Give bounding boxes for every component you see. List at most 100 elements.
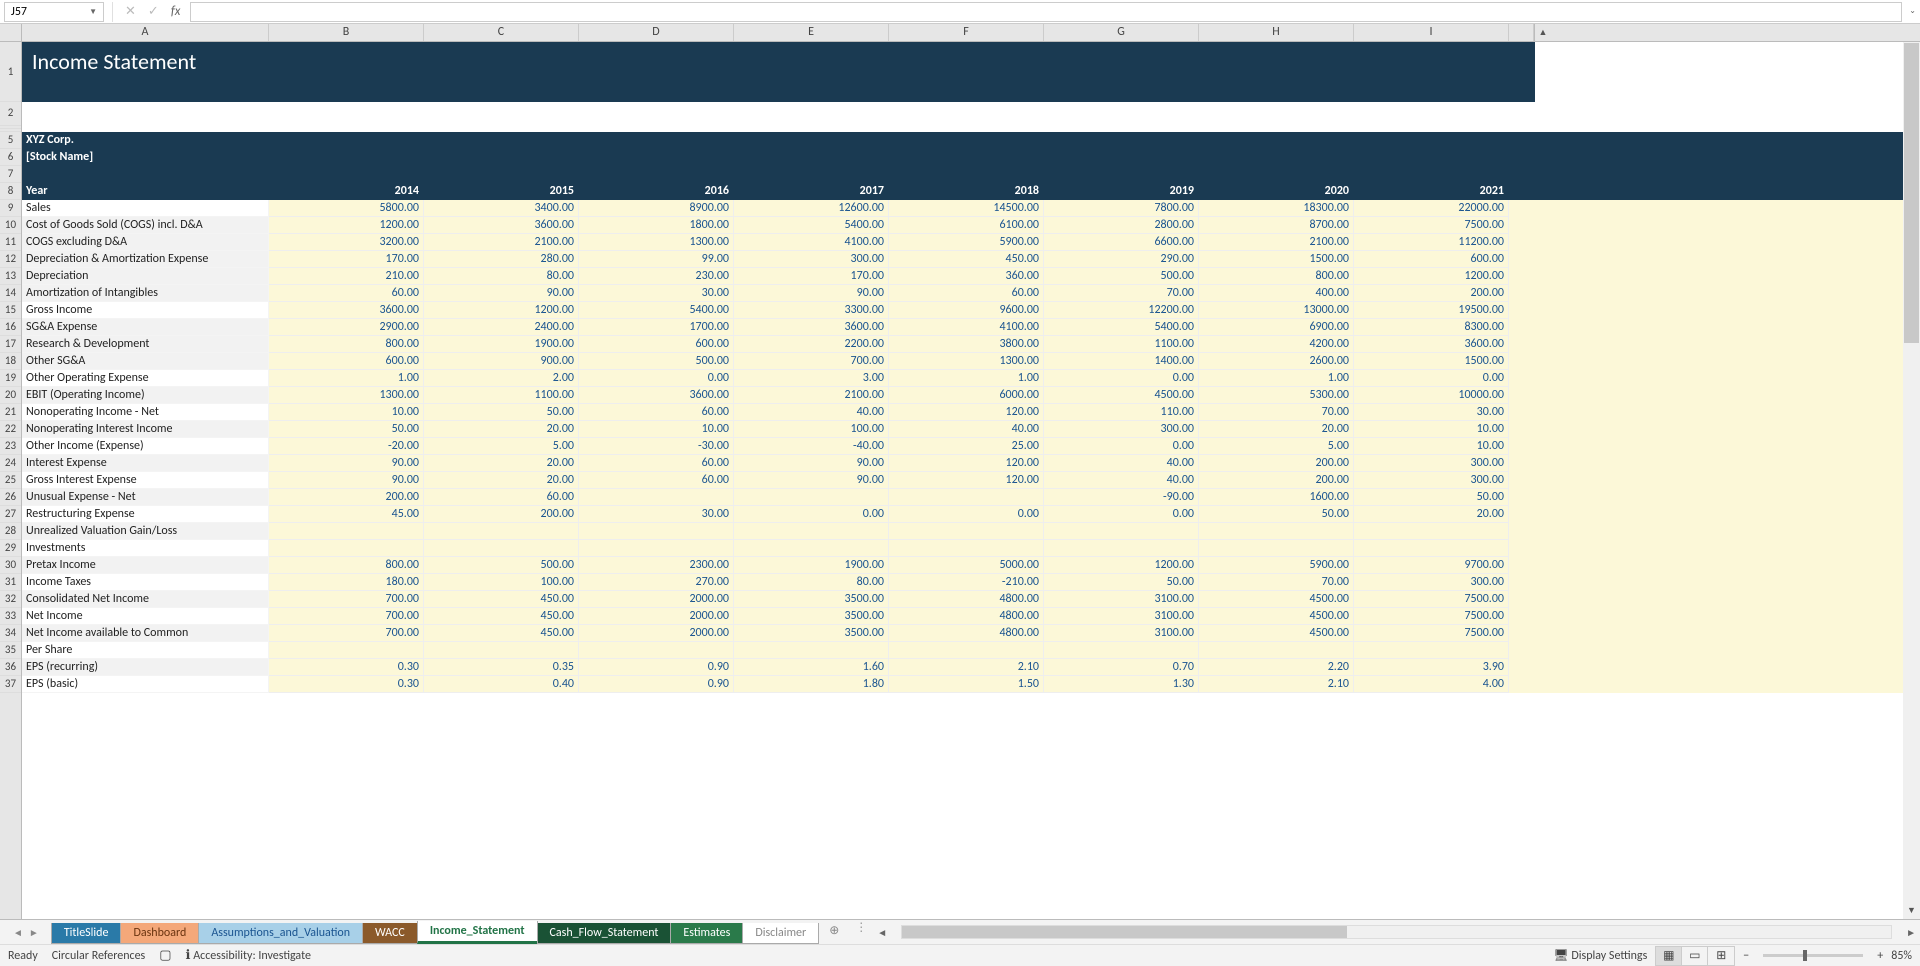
cell[interactable]: 1.80 <box>734 676 889 693</box>
cell[interactable]: 80.00 <box>734 574 889 591</box>
cell[interactable]: 60.00 <box>269 285 424 302</box>
cell[interactable] <box>1199 523 1354 540</box>
row-header[interactable]: 24 <box>0 455 21 472</box>
cell[interactable]: 10.00 <box>1354 421 1509 438</box>
cell[interactable]: 1600.00 <box>1199 489 1354 506</box>
cell[interactable]: 70.00 <box>1199 574 1354 591</box>
cell[interactable]: 450.00 <box>889 251 1044 268</box>
cell[interactable]: 3100.00 <box>1044 625 1199 642</box>
cell[interactable] <box>1044 540 1199 557</box>
row-header[interactable]: 14 <box>0 285 21 302</box>
cell[interactable]: 2400.00 <box>424 319 579 336</box>
row-header[interactable]: 31 <box>0 574 21 591</box>
cell[interactable]: 60.00 <box>579 455 734 472</box>
cell[interactable]: -20.00 <box>269 438 424 455</box>
cell[interactable]: 1.50 <box>889 676 1044 693</box>
cell[interactable] <box>579 523 734 540</box>
col-header-E[interactable]: E <box>734 24 889 41</box>
cell[interactable]: 10.00 <box>269 404 424 421</box>
cell[interactable] <box>889 489 1044 506</box>
cell[interactable]: 2200.00 <box>734 336 889 353</box>
row-header[interactable]: 13 <box>0 268 21 285</box>
cell[interactable]: 3.00 <box>734 370 889 387</box>
zoom-level[interactable]: 85% <box>1891 949 1912 963</box>
cell[interactable] <box>1354 523 1509 540</box>
cell[interactable]: 20.00 <box>424 472 579 489</box>
cell[interactable]: 70.00 <box>1199 404 1354 421</box>
cell[interactable]: 70.00 <box>1044 285 1199 302</box>
cell[interactable]: 4800.00 <box>889 625 1044 642</box>
normal-view-button[interactable]: ▦ <box>1656 947 1682 965</box>
cell[interactable]: 3500.00 <box>734 625 889 642</box>
cell[interactable]: 0.00 <box>889 506 1044 523</box>
scroll-down-icon[interactable]: ▼ <box>1903 902 1920 919</box>
cell[interactable]: 1300.00 <box>889 353 1044 370</box>
cell[interactable]: 700.00 <box>734 353 889 370</box>
cell[interactable] <box>889 642 1044 659</box>
cell[interactable]: 1500.00 <box>1354 353 1509 370</box>
cell[interactable] <box>579 540 734 557</box>
cell[interactable]: 2900.00 <box>269 319 424 336</box>
scroll-right-icon[interactable]: ► <box>1906 926 1916 939</box>
cell[interactable]: 5900.00 <box>889 234 1044 251</box>
row-header[interactable]: 19 <box>0 370 21 387</box>
cell[interactable]: 0.00 <box>1354 370 1509 387</box>
col-header-H[interactable]: H <box>1199 24 1354 41</box>
cell[interactable]: -40.00 <box>734 438 889 455</box>
cell[interactable]: 9600.00 <box>889 302 1044 319</box>
cell[interactable]: 900.00 <box>424 353 579 370</box>
cell[interactable]: 800.00 <box>1199 268 1354 285</box>
cell[interactable]: 3300.00 <box>734 302 889 319</box>
cell[interactable]: 12600.00 <box>734 200 889 217</box>
cell[interactable]: 20.00 <box>1354 506 1509 523</box>
row-header[interactable]: 8 <box>0 183 21 200</box>
cell[interactable]: 7500.00 <box>1354 625 1509 642</box>
cell[interactable]: 2600.00 <box>1199 353 1354 370</box>
cells-area[interactable]: Income Statement XYZ Corp. [Stock Name] … <box>22 42 1903 919</box>
zoom-in-button[interactable]: + <box>1877 949 1883 963</box>
row-header[interactable]: 25 <box>0 472 21 489</box>
cell[interactable]: 50.00 <box>1354 489 1509 506</box>
cell[interactable]: 2.20 <box>1199 659 1354 676</box>
cell[interactable]: 0.00 <box>1044 438 1199 455</box>
cell[interactable]: 600.00 <box>269 353 424 370</box>
sheet-tab[interactable]: WACC <box>362 923 418 944</box>
cell[interactable] <box>1354 642 1509 659</box>
cell[interactable]: 0.35 <box>424 659 579 676</box>
cell[interactable] <box>1199 642 1354 659</box>
cell[interactable] <box>424 540 579 557</box>
cell[interactable]: 300.00 <box>1354 574 1509 591</box>
tab-nav[interactable]: ◄► <box>0 920 52 944</box>
cell[interactable] <box>269 642 424 659</box>
cell[interactable]: 0.30 <box>269 659 424 676</box>
cell[interactable]: 180.00 <box>269 574 424 591</box>
cell[interactable]: 1.00 <box>269 370 424 387</box>
horizontal-scrollbar[interactable]: ◄ ► <box>873 920 1920 944</box>
cell[interactable]: 7800.00 <box>1044 200 1199 217</box>
cell[interactable]: 500.00 <box>1044 268 1199 285</box>
cell[interactable]: 400.00 <box>1199 285 1354 302</box>
cell[interactable]: 3400.00 <box>424 200 579 217</box>
cell[interactable]: 0.40 <box>424 676 579 693</box>
cell[interactable]: 700.00 <box>269 608 424 625</box>
col-header-B[interactable]: B <box>269 24 424 41</box>
sheet-tab[interactable]: Income_Statement <box>417 921 538 944</box>
cell[interactable]: 9700.00 <box>1354 557 1509 574</box>
row-header[interactable]: 33 <box>0 608 21 625</box>
cell[interactable]: 40.00 <box>889 421 1044 438</box>
sheet-tab[interactable]: TitleSlide <box>51 923 122 944</box>
cell[interactable]: 80.00 <box>424 268 579 285</box>
cell[interactable]: 270.00 <box>579 574 734 591</box>
cell[interactable]: 40.00 <box>734 404 889 421</box>
cell[interactable]: 4800.00 <box>889 608 1044 625</box>
row-header[interactable]: 23 <box>0 438 21 455</box>
cell[interactable]: 450.00 <box>424 625 579 642</box>
cell[interactable]: 10.00 <box>1354 438 1509 455</box>
cell[interactable]: 1200.00 <box>1044 557 1199 574</box>
cell[interactable]: 1200.00 <box>269 217 424 234</box>
scrollbar-thumb[interactable] <box>1904 43 1919 343</box>
cell[interactable]: 12200.00 <box>1044 302 1199 319</box>
cell[interactable]: 3600.00 <box>269 302 424 319</box>
name-box[interactable]: J57 ▼ <box>4 2 104 22</box>
col-header-G[interactable]: G <box>1044 24 1199 41</box>
